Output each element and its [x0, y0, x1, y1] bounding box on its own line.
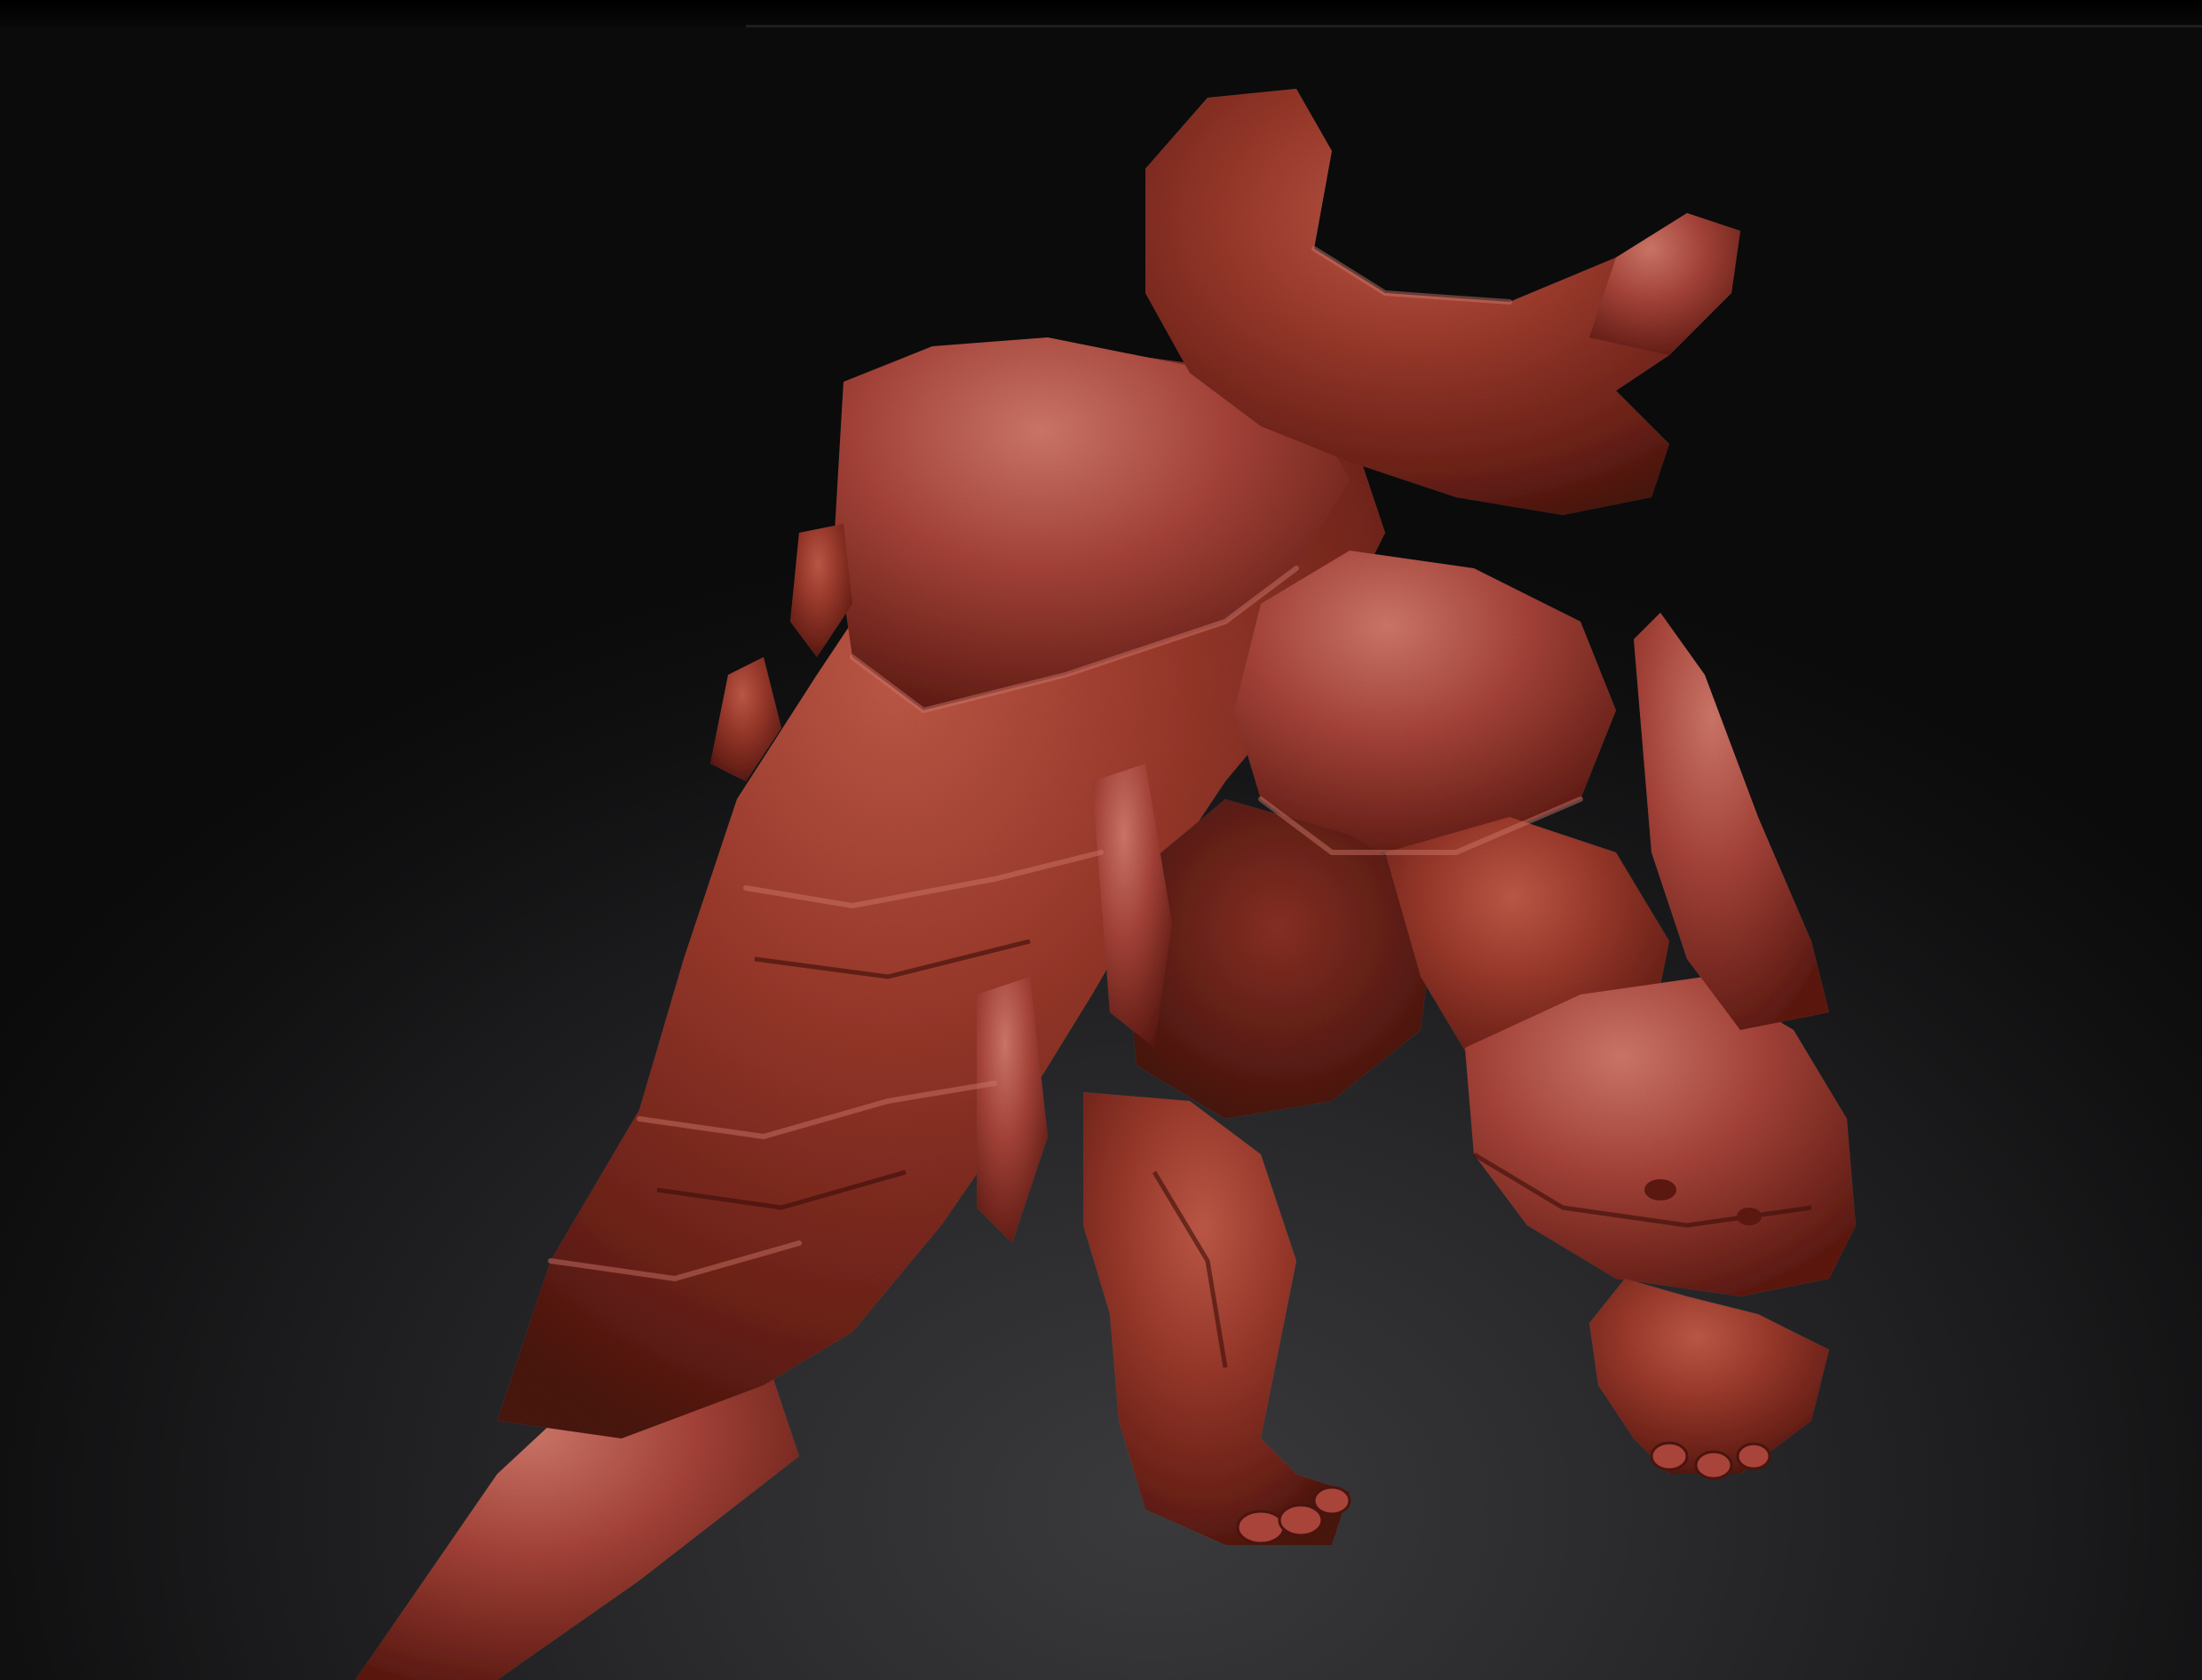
model-hand [1589, 1279, 1829, 1474]
model-horn-right [1589, 213, 1740, 355]
sculpt-model[interactable] [0, 0, 2202, 1680]
model-fist [1465, 977, 1856, 1296]
sculpt-viewport[interactable] [0, 0, 2202, 1680]
model-fist-detail-2 [1737, 1208, 1762, 1225]
model-fist-detail-1 [1644, 1179, 1676, 1201]
